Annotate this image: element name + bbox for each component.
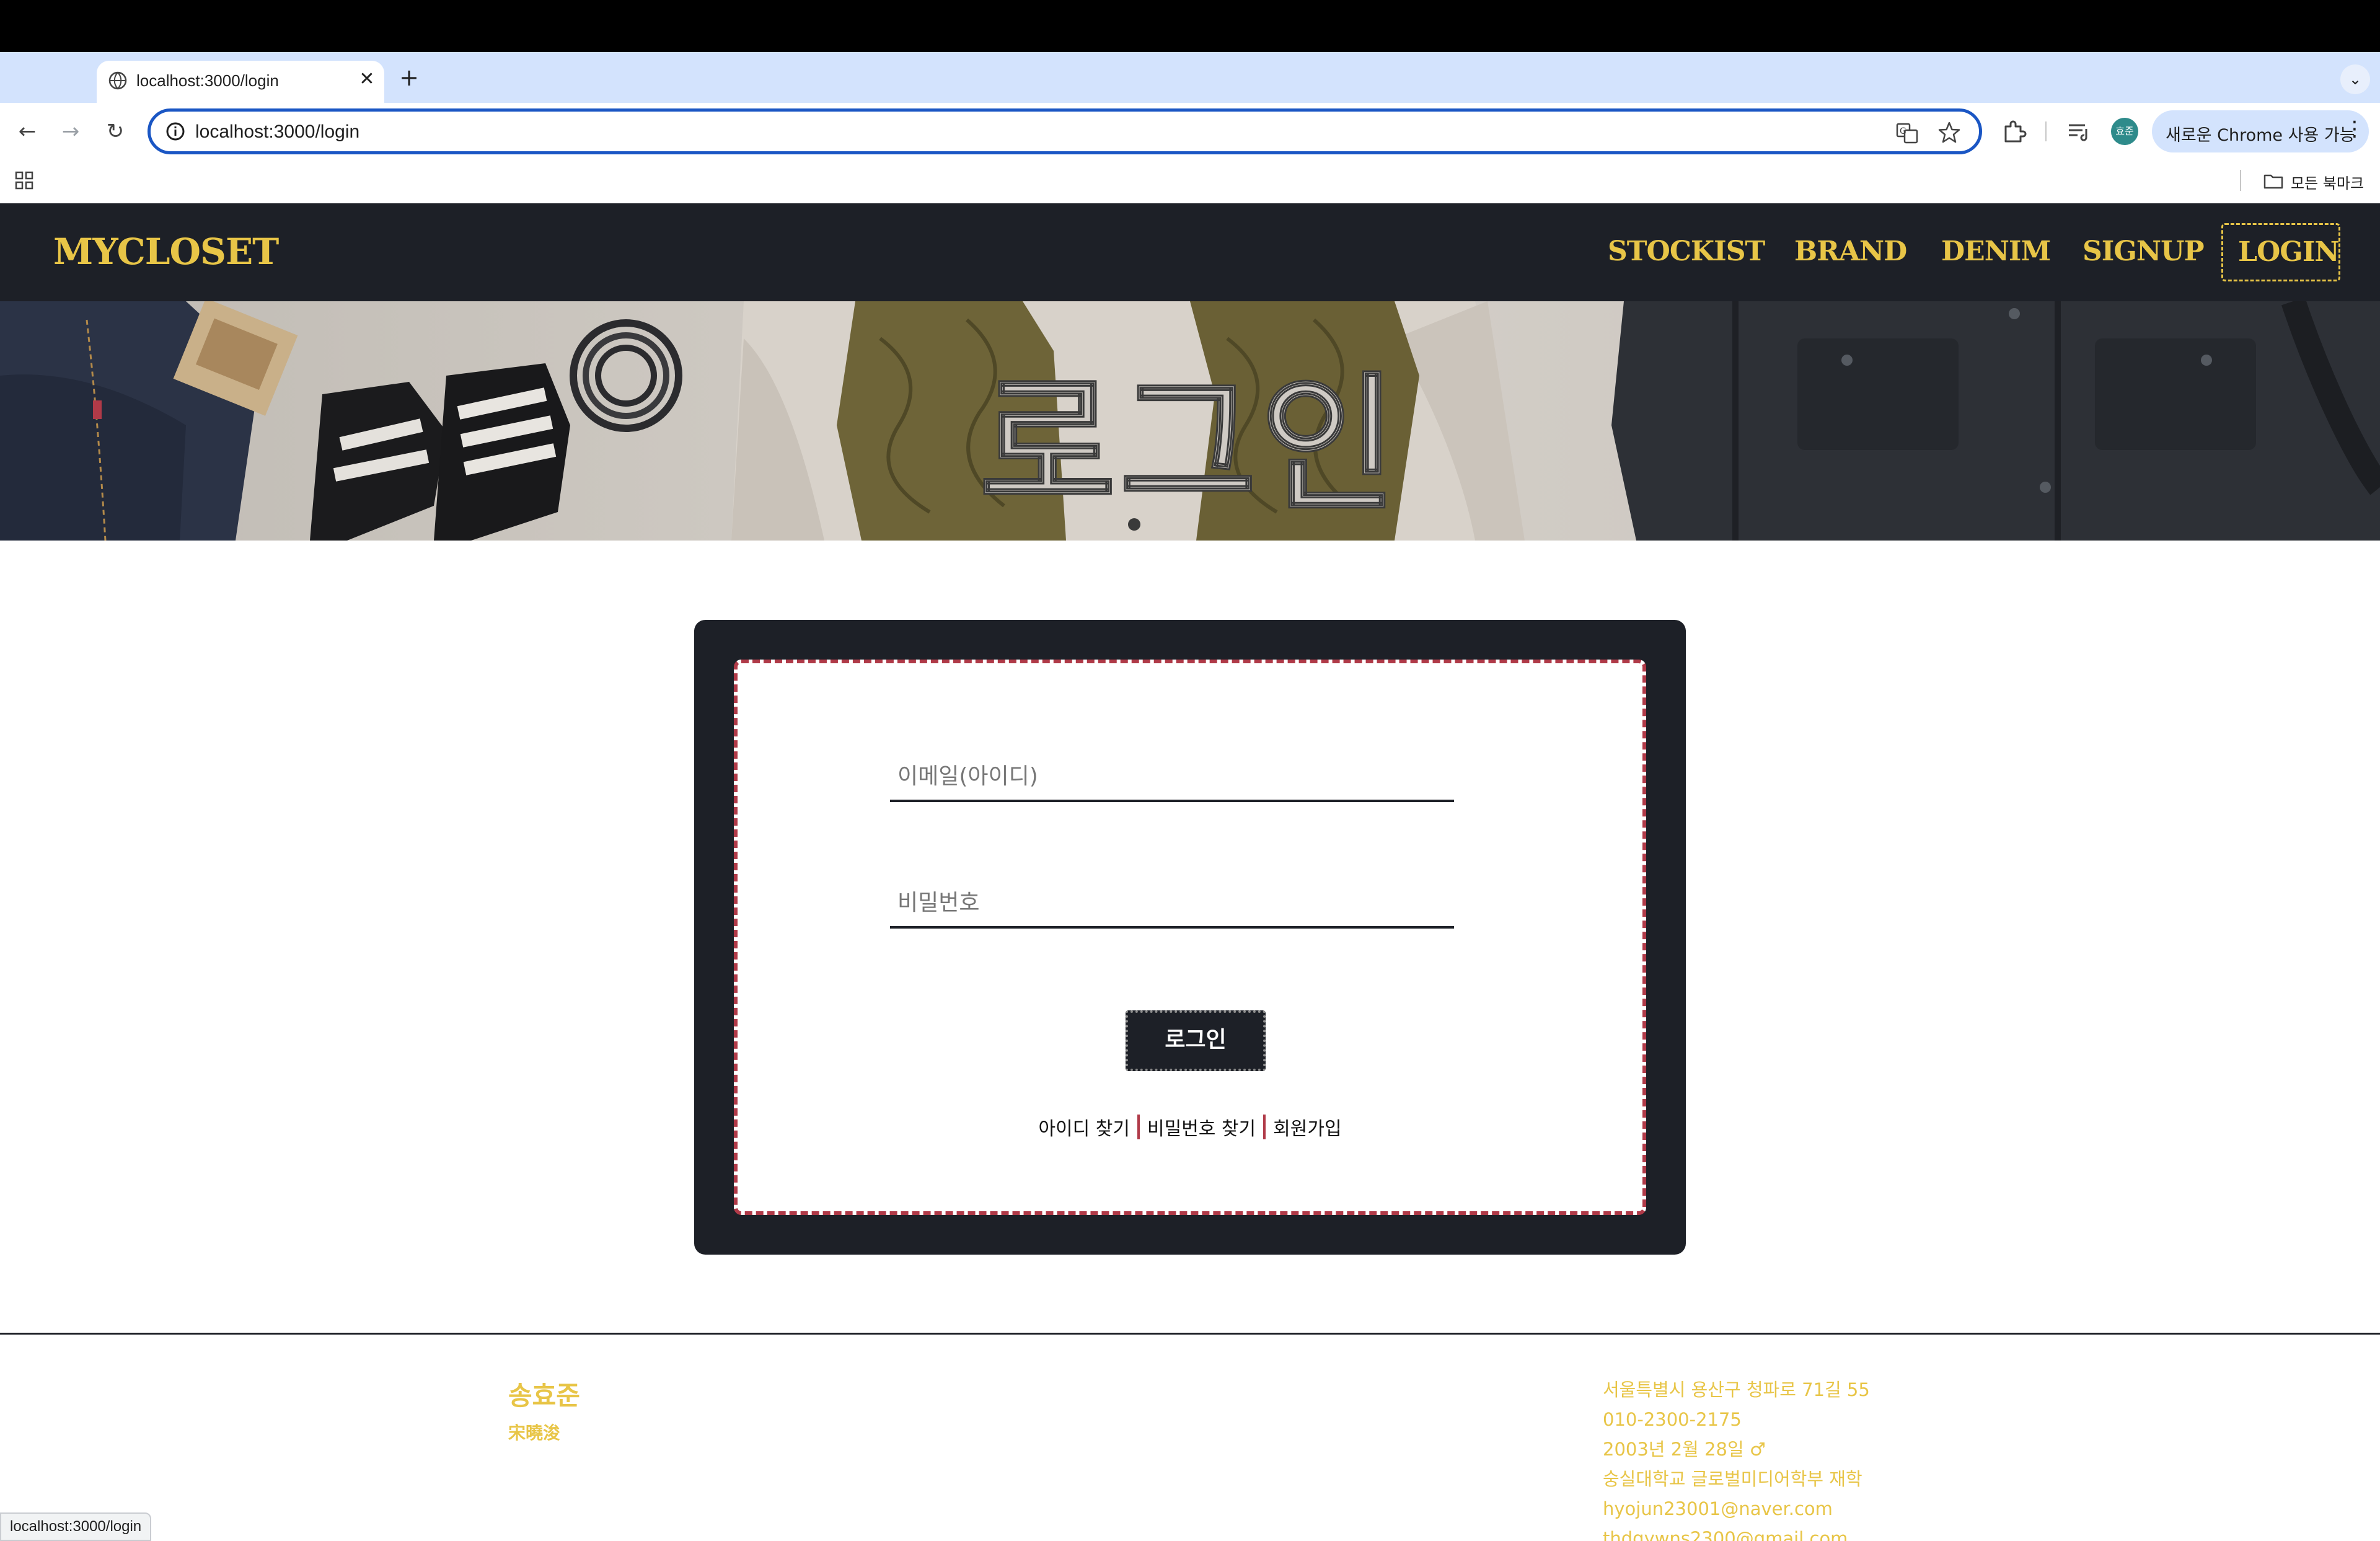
status-bar-url: localhost:3000/login (0, 1512, 152, 1541)
password-field (890, 879, 1454, 929)
extensions-icon[interactable] (1999, 117, 2029, 146)
nav-denim[interactable]: DENIM (1941, 236, 2051, 267)
browser-toolbar: ← → ↻ localhost:3000/login G 효준 새로운 Chro… (0, 103, 2380, 160)
tab-title: localhost:3000/login (136, 71, 279, 90)
toolbar-divider (2045, 121, 2047, 141)
apps-grid-icon[interactable] (14, 170, 36, 192)
address-bar[interactable]: localhost:3000/login G (148, 108, 1982, 154)
footer-email-naver[interactable]: hyojun23001@naver.com (1603, 1494, 2037, 1524)
bookmarks-bar: 모든 북마크 (0, 160, 2380, 203)
nav-signup[interactable]: SIGNUP (2082, 236, 2205, 267)
nav-brand[interactable]: BRAND (1794, 236, 1907, 267)
svg-text:G: G (1900, 126, 1906, 136)
footer-name-hanja: 宋曉浚 (508, 1423, 561, 1443)
globe-icon (108, 71, 127, 90)
site-header: MYCLOSET STOCKIST BRAND DENIM SIGNUP LOG… (0, 203, 2380, 301)
login-card: 로그인 아이디 찾기 비밀번호 찾기 회원가입 (694, 620, 1686, 1255)
folder-icon[interactable] (2262, 170, 2285, 192)
chrome-update-label: 새로운 Chrome 사용 가능 (2166, 126, 2355, 145)
login-button[interactable]: 로그인 (1126, 1010, 1266, 1071)
footer-email-gmail[interactable]: thdgywns2300@gmail.com (1603, 1524, 2037, 1541)
new-tab-icon[interactable]: + (397, 66, 421, 91)
reload-icon[interactable]: ↻ (99, 115, 131, 148)
nav-stockist[interactable]: STOCKIST (1608, 236, 1765, 267)
account-links: 아이디 찾기 비밀번호 찾기 회원가입 (738, 1113, 1642, 1141)
login-form: 로그인 아이디 찾기 비밀번호 찾기 회원가입 (734, 660, 1646, 1215)
hero-title: 로그인 (978, 358, 1401, 533)
footer-name: 송효준 (508, 1380, 580, 1411)
link-separator (1263, 1115, 1266, 1139)
find-password-link[interactable]: 비밀번호 찾기 (1147, 1118, 1256, 1140)
system-top-bar (0, 0, 2380, 52)
footer-address: 서울특별시 용산구 청파로 71길 55 (1603, 1379, 1870, 1400)
more-vert-icon[interactable]: ⋮ (2344, 117, 2365, 141)
site-info-icon[interactable] (164, 120, 187, 143)
profile-avatar[interactable]: 효준 (2111, 118, 2138, 145)
browser-window: localhost:3000/login ✕ + ⌄ ← → ↻ localho… (0, 0, 2380, 1541)
bookmarks-divider (2240, 170, 2241, 191)
footer-birthdate: 2003년 2월 28일 ♂ (1603, 1439, 1766, 1460)
footer-school: 숭실대학교 글로벌미디어학부 재학 (1603, 1468, 1862, 1490)
chevron-down-icon[interactable]: ⌄ (2340, 64, 2370, 94)
email-input[interactable] (890, 753, 1454, 800)
url-text: localhost:3000/login (195, 121, 360, 142)
email-field (890, 753, 1454, 802)
tab-strip: localhost:3000/login ✕ + ⌄ (0, 52, 2380, 103)
find-id-link[interactable]: 아이디 찾기 (1038, 1118, 1130, 1140)
signup-link[interactable]: 회원가입 (1273, 1118, 1341, 1140)
forward-icon[interactable]: → (55, 115, 87, 148)
link-separator (1137, 1115, 1140, 1139)
nav-login-label: LOGIN (2238, 236, 2340, 268)
site-logo[interactable]: MYCLOSET (53, 231, 279, 273)
nav-login[interactable]: LOGIN (2221, 223, 2340, 281)
hero-banner: 로그인 (0, 301, 2380, 541)
close-icon[interactable]: ✕ (355, 67, 379, 92)
footer-phone: 010-2300-2175 (1603, 1409, 1742, 1430)
footer-divider (0, 1333, 2380, 1335)
reading-list-icon[interactable] (2064, 117, 2094, 146)
tab-login[interactable]: localhost:3000/login ✕ (97, 61, 384, 103)
all-bookmarks-label[interactable]: 모든 북마크 (2291, 171, 2364, 193)
chrome-update-button[interactable]: 새로운 Chrome 사용 가능 ⋮ (2152, 110, 2369, 152)
password-input[interactable] (890, 879, 1454, 926)
translate-icon[interactable]: G (1893, 119, 1921, 146)
star-icon[interactable] (1936, 119, 1963, 146)
back-icon[interactable]: ← (11, 115, 43, 148)
footer-contact-info: 서울특별시 용산구 청파로 71길 55 010-2300-2175 2003년… (1603, 1375, 2037, 1541)
